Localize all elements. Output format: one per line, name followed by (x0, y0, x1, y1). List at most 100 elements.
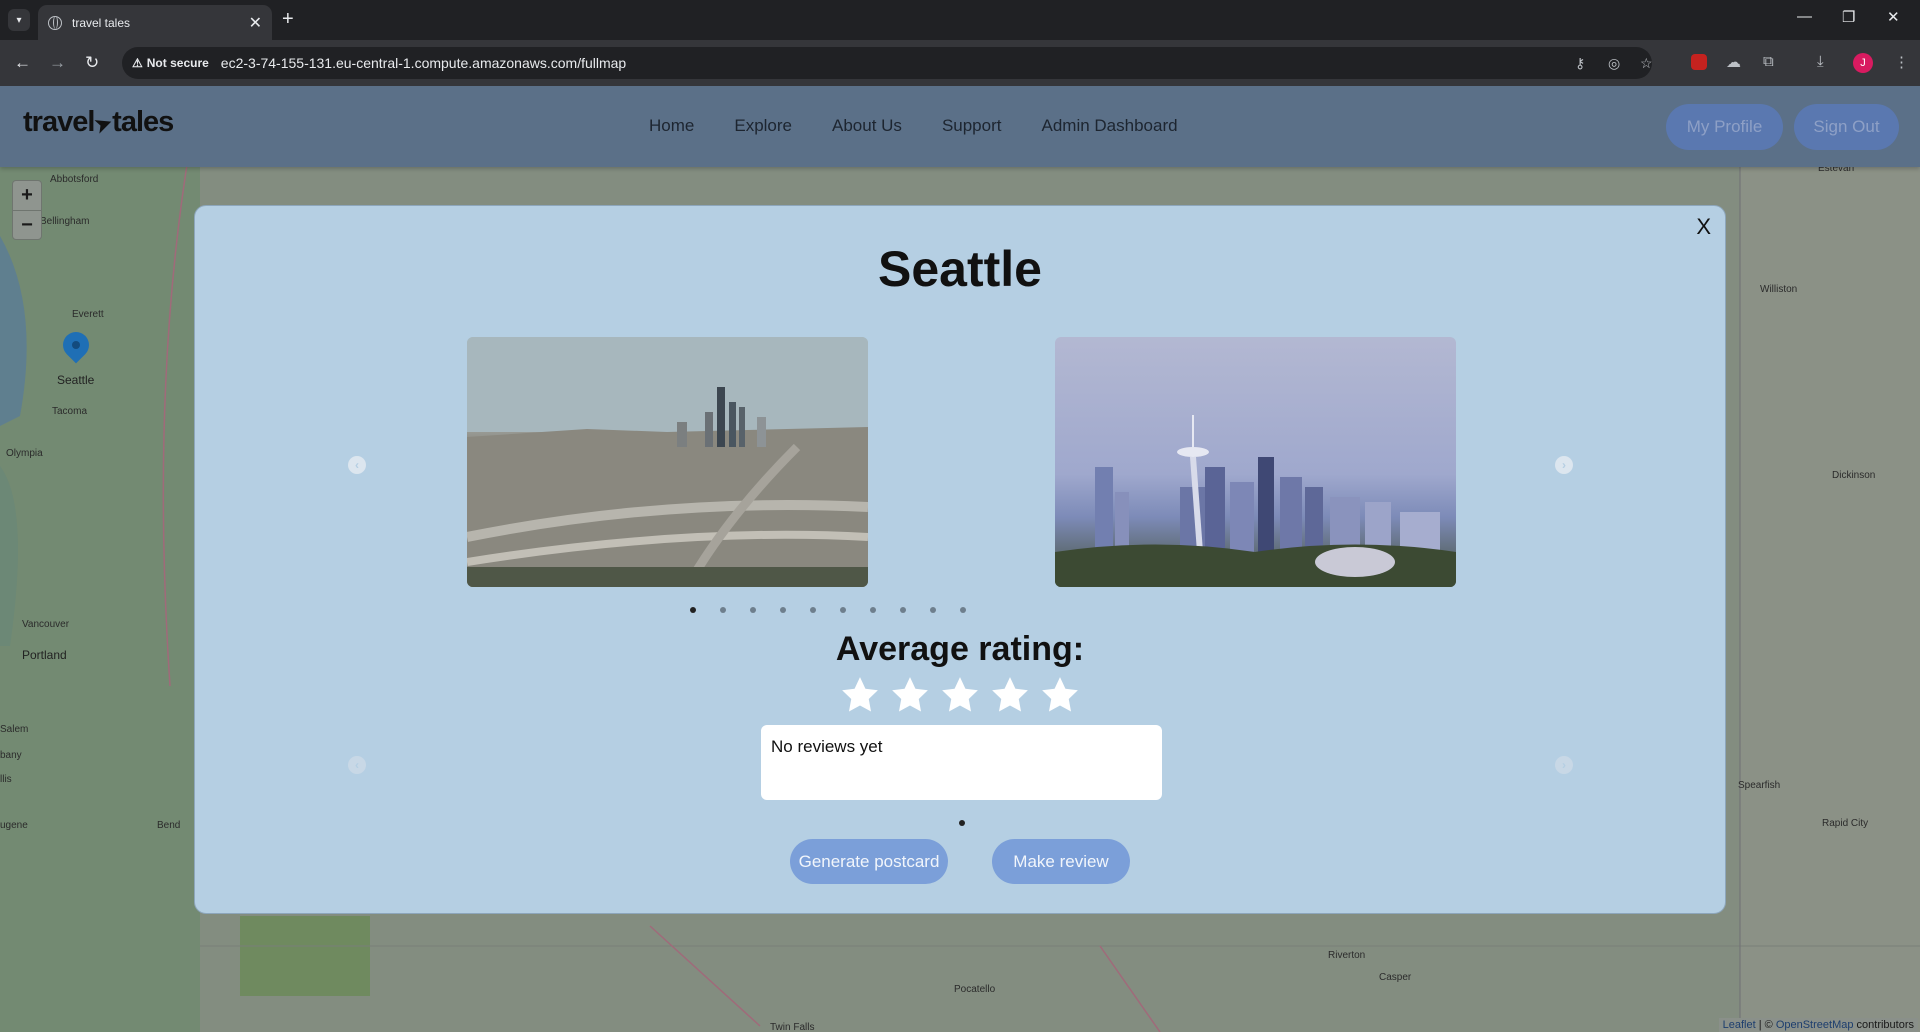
map-label: Everett (72, 309, 104, 320)
city-title: Seattle (878, 241, 1042, 297)
pagination-dot[interactable] (720, 607, 726, 613)
pagination-dot[interactable] (690, 607, 696, 613)
my-profile-button[interactable]: My Profile (1666, 104, 1783, 150)
profile-avatar[interactable]: J (1853, 53, 1873, 73)
pagination-dot[interactable] (930, 607, 936, 613)
nav-admin-dashboard[interactable]: Admin Dashboard (1041, 116, 1177, 136)
review-text: No reviews yet (771, 737, 883, 756)
extension-icon[interactable]: ⧉ (1763, 53, 1774, 70)
site-logo[interactable]: travel➤tales (23, 106, 174, 139)
chevron-right-icon[interactable]: › (1555, 456, 1573, 474)
page-viewport: Abbotsford Bellingham Everett Seattle Ta… (0, 86, 1920, 1032)
map-label: Portland (22, 648, 67, 662)
browser-tabbar: ▾ travel tales ✕ + — ❐ ✕ (0, 0, 1920, 40)
rating-star-icon (992, 677, 1028, 712)
logo-text-right: tales (112, 106, 174, 138)
extension-cloud-icon[interactable]: ☁ (1726, 53, 1741, 71)
ublock-extension-icon[interactable] (1691, 54, 1707, 70)
nav-support[interactable]: Support (942, 116, 1002, 136)
tab-title: travel tales (72, 15, 131, 30)
zoom-out-button[interactable]: − (13, 210, 41, 239)
zoom-control: + − (12, 180, 42, 240)
pagination-dot[interactable] (780, 607, 786, 613)
generate-postcard-button[interactable]: Generate postcard (790, 839, 948, 884)
chevron-left-icon[interactable]: ‹ (348, 756, 366, 774)
minimize-icon[interactable]: — (1797, 8, 1812, 25)
attribution-separator: | © (1755, 1019, 1776, 1031)
city-modal: X Seattle ‹ › Average rating: ‹ › No rev… (194, 205, 1726, 914)
pagination-dot[interactable] (750, 607, 756, 613)
city-photo-space-needle (1055, 337, 1456, 587)
nav-home[interactable]: Home (649, 116, 694, 136)
key-icon[interactable]: ⚷ (1575, 55, 1585, 72)
not-secure-label: Not secure (146, 56, 209, 70)
browser-tab[interactable]: travel tales ✕ (38, 5, 272, 40)
rating-stars (195, 674, 1725, 716)
rating-star-icon (942, 677, 978, 712)
map-label: Pocatello (954, 984, 996, 995)
nav-explore[interactable]: Explore (734, 116, 792, 136)
rating-star-icon (1042, 677, 1078, 712)
logo-text-left: travel (23, 106, 95, 138)
restore-icon[interactable]: ❐ (1842, 8, 1855, 26)
sign-out-button[interactable]: Sign Out (1794, 104, 1899, 150)
map-label: Abbotsford (50, 174, 99, 185)
review-pagination-dot[interactable] (959, 820, 965, 826)
make-review-button[interactable]: Make review (992, 839, 1130, 884)
attribution-tail: contributors (1853, 1019, 1914, 1031)
map-label: Vancouver (22, 619, 70, 630)
map-label: ugene (0, 820, 28, 831)
map-label: Williston (1760, 284, 1798, 295)
pagination-dot[interactable] (870, 607, 876, 613)
map-label: Bellingham (40, 216, 90, 227)
leaflet-link[interactable]: Leaflet (1723, 1019, 1756, 1031)
kebab-menu-icon[interactable]: ⋮ (1894, 53, 1909, 71)
map-label: llis (0, 774, 12, 785)
pagination-dot[interactable] (900, 607, 906, 613)
eye-off-icon[interactable]: ◎ (1608, 55, 1620, 72)
site-header: travel➤tales Home Explore About Us Suppo… (0, 86, 1920, 167)
zoom-in-button[interactable]: + (13, 181, 41, 210)
main-nav: Home Explore About Us Support Admin Dash… (649, 116, 1178, 136)
nav-about-us[interactable]: About Us (832, 116, 902, 136)
modal-close-button[interactable]: X (1696, 214, 1711, 240)
security-chip[interactable]: ⚠ Not secure (132, 56, 221, 70)
pagination-dot[interactable] (840, 607, 846, 613)
forward-icon[interactable]: → (49, 53, 66, 73)
star-bookmark-icon[interactable]: ☆ (1640, 55, 1653, 72)
review-card: No reviews yet (761, 725, 1162, 800)
chevron-right-icon[interactable]: › (1555, 756, 1573, 774)
average-rating-title: Average rating: (835, 630, 1085, 668)
window-close-icon[interactable]: ✕ (1887, 8, 1900, 26)
chevron-left-icon[interactable]: ‹ (348, 456, 366, 474)
map-label: Dickinson (1832, 470, 1876, 481)
map-label: Bend (157, 820, 181, 831)
favicon-icon (48, 15, 62, 30)
map-label: bany (0, 750, 22, 761)
osm-link[interactable]: OpenStreetMap (1776, 1019, 1854, 1031)
rating-star-icon (892, 677, 928, 712)
map-label: Twin Falls (770, 1022, 815, 1032)
warning-icon: ⚠ (132, 56, 143, 70)
pagination-dot[interactable] (960, 607, 966, 613)
url-text[interactable]: ec2-3-74-155-131.eu-central-1.compute.am… (221, 55, 626, 71)
new-tab-icon[interactable]: + (282, 8, 294, 31)
reload-icon[interactable]: ↻ (85, 53, 99, 73)
browser-toolbar: ← → ↻ ⚠ Not secure ec2-3-74-155-131.eu-c… (0, 40, 1920, 86)
rating-star-icon (842, 677, 878, 712)
tab-search-icon[interactable]: ▾ (8, 9, 30, 31)
address-bar[interactable]: ⚠ Not secure ec2-3-74-155-131.eu-central… (122, 47, 1653, 79)
download-icon[interactable]: ⤓ (1817, 53, 1824, 70)
pagination-dot[interactable] (810, 607, 816, 613)
map-label: Tacoma (52, 406, 88, 417)
map-label: Rapid City (1822, 818, 1869, 829)
map-label: Casper (1379, 972, 1412, 983)
close-tab-icon[interactable]: ✕ (249, 13, 262, 33)
map-label: Olympia (6, 448, 43, 459)
map-attribution: Leaflet | © OpenStreetMap contributors (1718, 1018, 1918, 1032)
back-icon[interactable]: ← (14, 53, 31, 73)
map-label: Salem (0, 724, 29, 735)
map-label: Seattle (57, 373, 95, 387)
map-label: Spearfish (1738, 780, 1781, 791)
map-label: Riverton (1328, 950, 1366, 961)
